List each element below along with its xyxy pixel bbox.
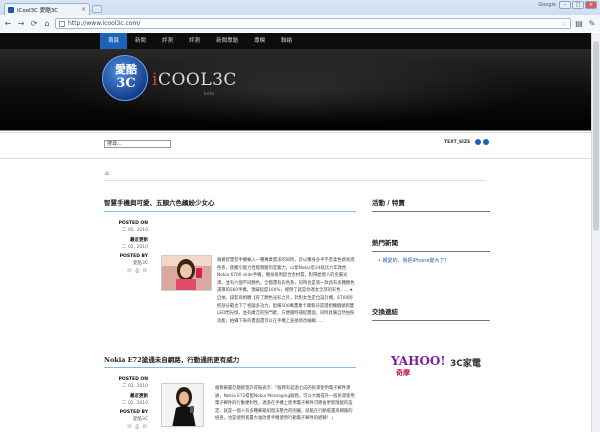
post-title-rule — [104, 211, 356, 212]
text-size-label: TEXT_SIZE — [444, 140, 471, 145]
post-title-rule — [104, 367, 356, 368]
web-page: 首頁 新聞 評測 評測 新聞專題 專欄 聯絡 愛酷 3C iCOOL3C beta 搜尋..… — [0, 33, 591, 432]
window-controls: – □ × — [559, 1, 597, 9]
nav-item[interactable]: 新聞專題 — [208, 33, 246, 49]
posted-by-label: POSTED BY — [119, 410, 148, 415]
site-banner — [0, 49, 591, 131]
tab-strip: iCool3C 愛酷3C × Google – □ × — [0, 0, 600, 15]
new-tab-button[interactable] — [92, 5, 102, 13]
post-title[interactable]: Nokia E72搶通未自網路，行動通訊更有威力 — [104, 354, 356, 364]
home-icon[interactable]: ⌂ — [42, 19, 52, 29]
sidebar-links-title: 交換連結 — [372, 308, 398, 316]
post-author[interactable]: 愛酷3C — [96, 416, 148, 422]
hot-news-list: • 親愛的、我把iPhone變大了！ — [378, 257, 496, 264]
scrollbar-thumb[interactable] — [593, 41, 599, 231]
sidebar-hot-news-section: 熱門新聞 — [372, 237, 490, 247]
sidebar-promo-title: 活動 / 特賣 — [372, 199, 405, 207]
yahoo-kimo-logo[interactable]: YAHOO! — [391, 354, 446, 368]
tab-close-icon[interactable]: × — [81, 6, 86, 13]
search-divider — [0, 158, 591, 159]
sidebar-promo-section: 活動 / 特賣 — [372, 197, 490, 207]
post-excerpt: 服務鎖書亞總經理許得振表示：「服務有超過七成的民眾使用電子郵件溝通，Nokia … — [215, 386, 355, 422]
reload-icon[interactable]: ⟳ — [29, 19, 39, 29]
browser-chrome: iCool3C 愛酷3C × Google – □ × ← → ⟳ ⌂ http… — [0, 0, 600, 32]
post-2: Nokia E72搶通未自網路，行動通訊更有威力 — [104, 354, 356, 364]
post-meta: POSTED ON 二 02, 2010 最近更新 二 02, 2010 POS… — [96, 377, 148, 430]
bookmark-star-icon[interactable]: ☆ — [561, 20, 567, 28]
profile-label: Google — [538, 2, 556, 8]
sidebar-rule — [372, 251, 490, 252]
post-meta: POSTED ON 二 05, 2010 最近更新 二 05, 2010 POS… — [96, 221, 148, 274]
favicon-icon — [8, 6, 14, 13]
site-logo-badge[interactable]: 愛酷 3C — [102, 55, 148, 101]
sidebar-hot-news-title: 熱門新聞 — [372, 239, 398, 247]
nav-item[interactable]: 聯絡 — [273, 33, 300, 49]
page-icon — [59, 20, 65, 27]
banner-divider — [0, 132, 591, 133]
minimize-button[interactable]: – — [559, 1, 571, 9]
nav-item[interactable]: 專欄 — [246, 33, 273, 49]
latest-update-label: 最近更新 — [130, 238, 148, 243]
share-icons[interactable]: ✉ ⎙ ✉ — [96, 268, 148, 274]
page-menu-icon[interactable]: ▤ — [574, 19, 584, 29]
logo-cn-text: 愛酷 — [115, 63, 137, 76]
address-bar[interactable]: http://www.icool3c.com/ ☆ — [55, 18, 571, 29]
posted-on-label: POSTED ON — [118, 377, 148, 382]
post-thumbnail[interactable] — [161, 383, 204, 427]
posted-by-label: POSTED BY — [119, 254, 148, 259]
share-icons[interactable]: ✉ ⎙ ✉ — [96, 424, 148, 430]
sidebar-rule — [372, 320, 490, 321]
text-size-decrease-button[interactable] — [475, 139, 481, 145]
tab-title: iCool3C 愛酷3C — [17, 7, 59, 14]
post-thumbnail-image — [162, 384, 203, 426]
close-window-button[interactable]: × — [585, 1, 597, 9]
logo-wordmark: COOL3C — [157, 70, 237, 90]
breadcrumb-rule — [104, 180, 486, 181]
latest-update-label: 最近更新 — [130, 394, 148, 399]
back-arrow-icon[interactable]: ← — [3, 19, 13, 29]
post-thumbnail[interactable] — [161, 255, 212, 291]
nav-item[interactable]: 首頁 — [100, 33, 128, 49]
site-nav: 首頁 新聞 評測 評測 新聞專題 專欄 聯絡 — [0, 33, 591, 50]
breadcrumb-home-icon[interactable]: ⌂ — [105, 170, 109, 177]
text-size-increase-button[interactable] — [483, 139, 489, 145]
forward-arrow-icon[interactable]: → — [16, 19, 26, 29]
browser-toolbar: ← → ⟳ ⌂ http://www.icool3c.com/ ☆ ▤ ✎ — [0, 15, 600, 32]
search-input[interactable]: 搜尋... — [104, 140, 171, 148]
c3-appliances-logo[interactable]: 3C家電 — [450, 356, 481, 369]
url-text[interactable]: http://www.icool3c.com/ — [68, 20, 140, 27]
kimo-label: 奇摩 — [396, 369, 410, 377]
post-excerpt: 隨著智慧型手機輸入一種專業需求的同時，許以機身多半不甚柔色感易感色系，使觸引能力… — [217, 258, 355, 324]
page-scrollbar[interactable] — [591, 33, 600, 432]
post-1: 智慧手機與可愛、五顏六色繽紛少女心 — [104, 197, 356, 207]
browser-tab[interactable]: iCool3C 愛酷3C × — [4, 3, 90, 15]
logo-num-text: 3C — [116, 76, 136, 91]
tools-menu-icon[interactable]: ✎ — [587, 19, 597, 29]
sidebar-links-section: 交換連結 — [372, 306, 490, 316]
site-logo-text[interactable]: iCOOL3C — [152, 70, 237, 90]
maximize-button[interactable]: □ — [572, 1, 584, 9]
hot-news-item[interactable]: • 親愛的、我把iPhone變大了！ — [378, 257, 496, 264]
site-nav-items: 首頁 新聞 評測 評測 新聞專題 專欄 聯絡 — [100, 33, 300, 49]
nav-item[interactable]: 評測 — [181, 33, 208, 49]
logo-beta-label: beta — [204, 92, 215, 97]
post-title[interactable]: 智慧手機與可愛、五顏六色繽紛少女心 — [104, 197, 356, 207]
post-author[interactable]: 愛酷3C — [96, 260, 148, 266]
hot-news-item-label: 親愛的、我把iPhone變大了！ — [382, 258, 450, 264]
nav-item[interactable]: 新聞 — [127, 33, 154, 49]
nav-item[interactable]: 評測 — [154, 33, 181, 49]
posted-on-label: POSTED ON — [118, 221, 148, 226]
post-thumbnail-image — [162, 256, 211, 290]
sidebar-rule — [372, 211, 490, 212]
